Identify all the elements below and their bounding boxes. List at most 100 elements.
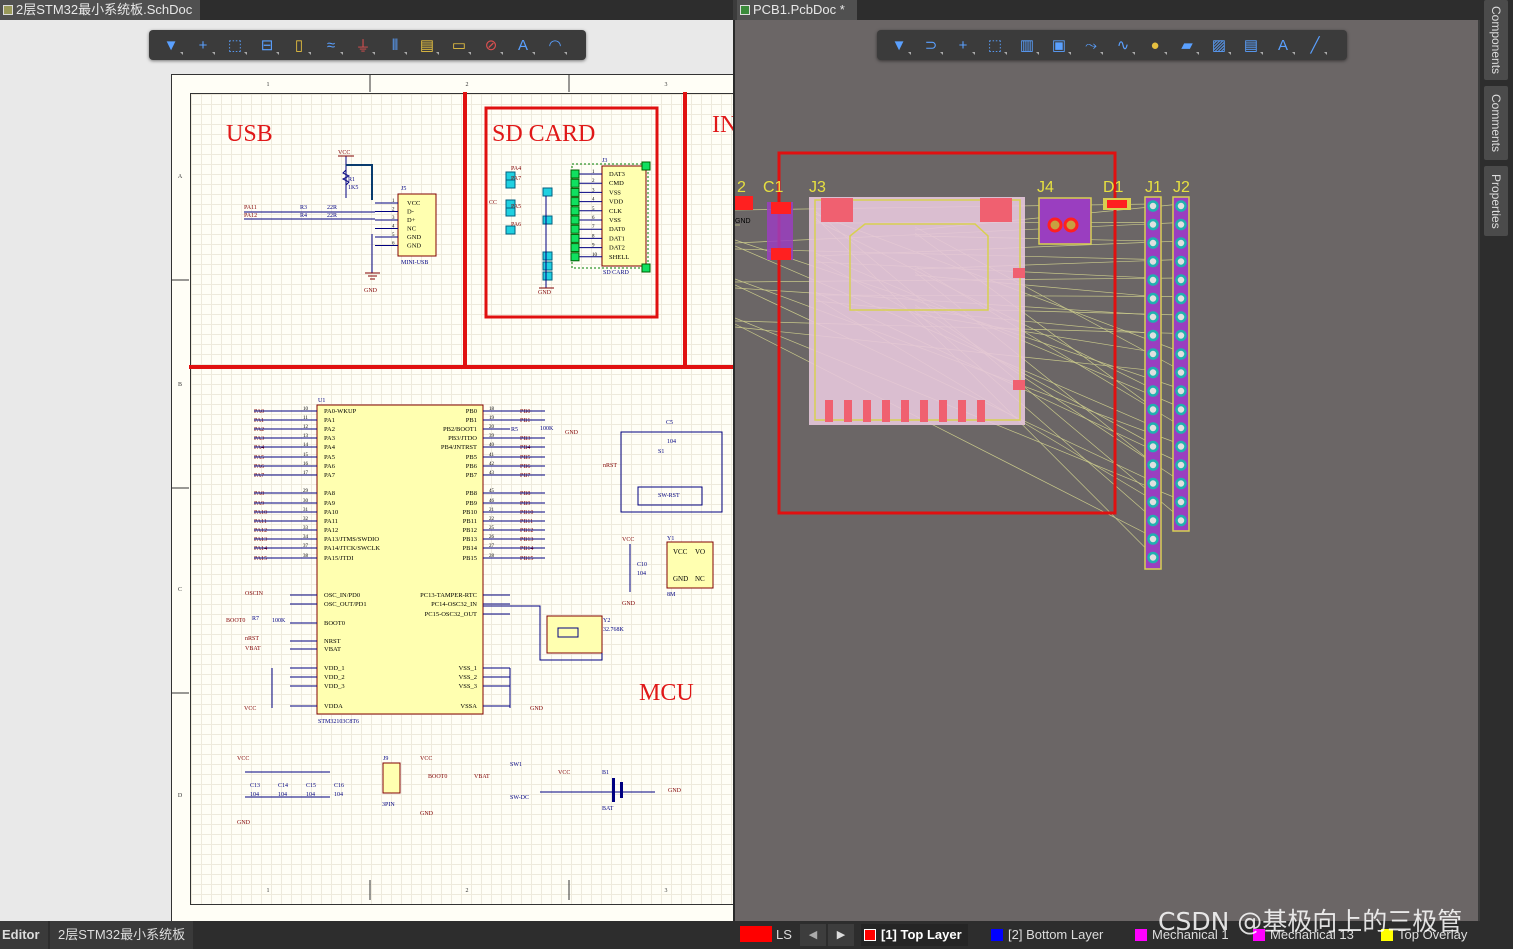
filter-icon[interactable]: ▼ [155,32,187,58]
no-erc-icon[interactable]: ⊘ [475,32,507,58]
components-panel-tab[interactable]: Components [1484,0,1508,80]
net-label: nRST [245,636,259,642]
diff-pair-icon[interactable]: ∿ [1107,32,1139,58]
bus-icon[interactable]: ⦀ [379,32,411,58]
pcb-editor[interactable]: GND 2 C1 J3 J4 D1 J1 J2 ▼ ⊃ + ⬚ ▥ ▣ ⤳ ∿ ● ▰ ▨ ▤ A ╱ [735,20,1478,921]
selection-handle [570,215,580,225]
net-label: PA3 [254,436,264,442]
project-tab[interactable]: 2层STM32最小系统板 [50,921,194,949]
line-icon[interactable]: ╱ [1299,32,1331,58]
j1-pin [1147,218,1159,231]
dimension-icon[interactable]: ▨ [1203,32,1235,58]
component-part: MINI-USB [401,260,428,266]
text-icon[interactable]: A [507,32,539,58]
string-icon[interactable]: ▤ [1235,32,1267,58]
net-label: BOOT0 [226,618,245,624]
component-label: C10 [637,562,647,568]
part-icon[interactable]: ▯ [283,32,315,58]
chart-icon[interactable]: ▥ [1011,32,1043,58]
pin-name: PB11 [463,518,477,525]
layer-next-icon[interactable]: ▶ [828,924,854,946]
capacitor-label: C16 [334,783,344,789]
comments-panel-tab[interactable]: Comments [1484,86,1508,160]
schematic-active-bar: ▼ + ⬚ ⊟ ▯ ≈ ⏚ ⦀ ▤ ▭ ⊘ A ◠ [149,30,586,60]
filter-icon[interactable]: ▼ [883,32,915,58]
zone-letter: B [178,382,182,388]
schematic-doc-tab[interactable]: 2层STM32最小系统板.SchDoc [0,0,200,20]
zone-number: 1 [267,82,270,88]
arc-icon[interactable]: ◠ [539,32,571,58]
sheet-symbol-icon[interactable]: ▤ [411,32,443,58]
net-label: GND [364,288,378,294]
route-icon[interactable]: ⊃ [915,32,947,58]
partial-pad [735,196,753,210]
pcb-designator: J3 [809,179,826,196]
j1-pin [1147,422,1159,434]
net-label: BOOT0 [428,774,447,780]
port-icon[interactable]: ▭ [443,32,475,58]
layer-prev-icon[interactable]: ◀ [800,924,826,946]
layer-tab-bottom[interactable]: [2] Bottom Layer [988,924,1103,946]
select-rect-icon[interactable]: ⬚ [979,32,1011,58]
j3-signal-pad [920,400,928,422]
schematic-editor[interactable]: 1 1 2 2 3 3 A B C D VCC R1 1K5 J5 VCC 1 D- 2 D+ 3 NC 4 GND 5 GND… [0,20,733,921]
pin-name: VSS [609,217,621,224]
pin-name: PA5 [324,454,335,461]
junction-handle [542,215,553,225]
editor-tab[interactable]: Editor [0,921,48,949]
d1-pad [1107,200,1127,208]
net-label: PB7 [520,473,530,479]
net-label: PB6 [520,464,530,470]
interactive-route-icon[interactable]: ⤳ [1075,32,1107,58]
pin-name: VSS_3 [459,683,477,690]
power-port-icon[interactable]: ⏚ [347,32,379,58]
pin-name: VDD_3 [324,683,345,690]
component-part: SD CARD [603,270,630,276]
pin-number: 25 [489,526,495,531]
component-label: Y1 [667,536,674,542]
pin-name: PA11 [324,518,338,525]
component-label: R5 [511,427,518,433]
select-rect-icon[interactable]: ⬚ [219,32,251,58]
j3-signal-pad [882,400,890,422]
pin-name: D- [407,209,414,216]
j1-pin [1147,533,1159,545]
crosshair-icon[interactable]: + [947,32,979,58]
net-label: VCC [622,537,634,543]
j3-signal-pad [958,400,966,422]
j2-pin [1175,403,1187,416]
pin-name: OSC_IN/PD0 [324,592,360,599]
align-icon[interactable]: ⊟ [251,32,283,58]
current-layer-swatch[interactable] [740,926,772,942]
capacitor-value: 104 [278,792,287,798]
wire-icon[interactable]: ≈ [315,32,347,58]
pin-number: 30 [303,499,309,504]
crosshair-icon[interactable]: + [187,32,219,58]
net-label: GND [420,811,434,817]
pin-number: 19 [489,416,495,421]
c1-pad [771,248,791,260]
j3-signal-pad [977,400,985,422]
via-icon[interactable]: ● [1139,32,1171,58]
ls-button[interactable]: LS [776,921,792,949]
j9-body [382,762,401,794]
net-label: PA11 [254,519,267,525]
text-icon[interactable]: A [1267,32,1299,58]
properties-panel-tab[interactable]: Properties [1484,166,1508,236]
pin-name: NRST [324,638,341,645]
component-part: STM32103C8T6 [318,719,359,725]
section-divider [463,92,467,367]
pcb-doc-tab[interactable]: PCB1.PcbDoc * [737,0,857,20]
zone-number: 1 [267,888,270,894]
pin-name: VCC [673,548,688,556]
polygon-icon[interactable]: ▰ [1171,32,1203,58]
pin-name: PA2 [324,426,335,433]
mech1-swatch [1135,929,1147,941]
component-icon[interactable]: ▣ [1043,32,1075,58]
selection-handle [641,263,651,273]
pin-number: 38 [303,554,309,559]
layer-tab-top[interactable]: [1] Top Layer [861,924,968,946]
pin-name: VBAT [324,646,341,653]
pin-name: CLK [609,208,622,215]
capacitor-value: 104 [250,792,259,798]
